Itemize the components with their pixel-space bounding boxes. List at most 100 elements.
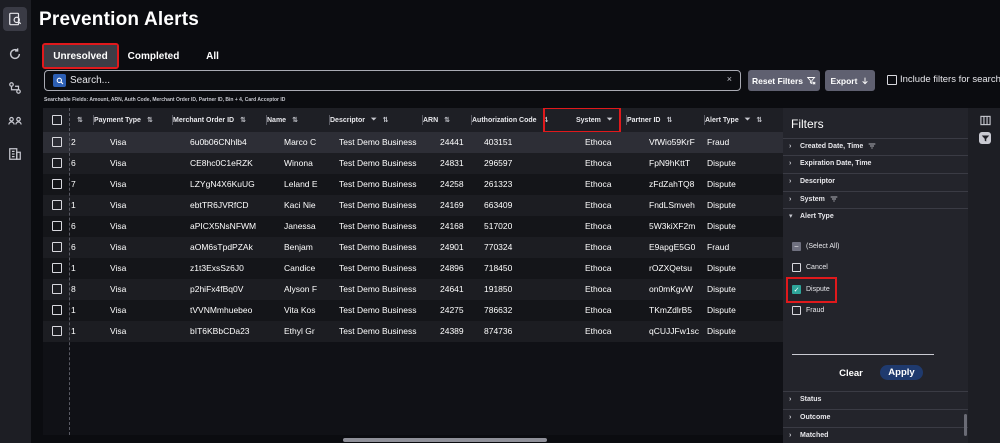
row-checkbox[interactable]	[52, 137, 62, 147]
table-cell: 24641	[440, 284, 464, 294]
filter-icon[interactable]: ⏷	[371, 116, 377, 124]
sort-icon[interactable]: ⇅	[240, 116, 246, 124]
sort-icon[interactable]: ⇅	[756, 116, 762, 124]
tab-all[interactable]: All	[200, 45, 225, 67]
export-button[interactable]: Export	[825, 70, 875, 91]
col-header-descriptor[interactable]: Descriptor ⏷ ⇅	[329, 108, 420, 132]
table-cell: Dispute	[707, 200, 736, 210]
table-row[interactable]: 7 Visa LZYgN4X6KuUG Leland E Test Demo Busin…	[43, 174, 783, 195]
col-separator	[471, 115, 472, 125]
table-cell: Ethoca	[585, 263, 612, 273]
filter-section[interactable]: › Outcome	[783, 409, 968, 424]
filters-title: Filters	[791, 117, 824, 131]
col-header-payment-type[interactable]: Payment Type ⇅	[93, 108, 169, 132]
table-cell: 663409	[484, 200, 513, 210]
table-cell: 24275	[440, 305, 464, 315]
table-row[interactable]: 6 Visa aPICX5NsNFWM Janessa Test Demo Busine…	[43, 216, 783, 237]
col-header-merchant-order-id[interactable]: Merchant Order ID ⇅	[172, 108, 263, 132]
alert-type-option[interactable]: – (Select All)	[792, 242, 839, 251]
tab-unresolved[interactable]: Unresolved	[42, 43, 119, 69]
table-cell: qCUJJFw1sc	[649, 326, 699, 336]
filter-section[interactable]: › Expiration Date, Time	[783, 155, 968, 170]
building-icon[interactable]	[3, 142, 27, 166]
row-checkbox[interactable]	[52, 221, 62, 231]
tab-completed[interactable]: Completed	[127, 45, 180, 67]
col-header-name[interactable]: Name ⇅	[266, 108, 325, 132]
filter-section[interactable]: › System	[783, 191, 968, 206]
table-cell: Vita Kos	[284, 305, 316, 315]
table-cell: Ethoca	[585, 137, 612, 147]
clear-button[interactable]: Clear	[833, 366, 869, 380]
filter-section[interactable]: › Descriptor	[783, 173, 968, 188]
columns-icon[interactable]	[979, 114, 991, 126]
table-cell: Ethoca	[585, 284, 612, 294]
table-cell: 8	[71, 284, 76, 294]
row-checkbox[interactable]	[52, 200, 62, 210]
sort-icon[interactable]: ⇅	[383, 116, 389, 124]
select-all-rows-checkbox[interactable]	[52, 115, 62, 125]
clear-search-icon[interactable]: ×	[727, 74, 732, 84]
alert-type-option[interactable]: Cancel	[792, 263, 828, 272]
table-row[interactable]: 6 Visa aOM6sTpdPZAk Benjam Test Demo Busines…	[43, 237, 783, 258]
sort-icon[interactable]: ⇅	[444, 116, 450, 124]
vertical-scrollbar[interactable]	[964, 414, 967, 436]
col-header-arn[interactable]: ARN ⇅	[422, 108, 467, 132]
table-cell: p2hiFx4fBq0V	[190, 284, 244, 294]
include-filters-checkbox[interactable]	[887, 75, 897, 85]
option-checkbox[interactable]: –	[792, 242, 801, 251]
sort-icon[interactable]: ⇅	[77, 116, 83, 124]
sort-icon[interactable]: ⇅	[292, 116, 298, 124]
searchable-fields-hint: Searchable Fields: Amount, ARN, Auth Cod…	[44, 97, 286, 103]
col-label: Merchant Order ID	[173, 116, 235, 124]
row-checkbox[interactable]	[52, 305, 62, 315]
col-header-alert-type[interactable]: Alert Type ⏷ ⇅	[704, 108, 783, 132]
row-checkbox[interactable]	[52, 158, 62, 168]
sort-icon[interactable]: ⇅	[147, 116, 153, 124]
row-checkbox[interactable]	[52, 242, 62, 252]
chevron-down-icon: ▾	[789, 213, 793, 220]
table-cell: 24169	[440, 200, 464, 210]
table-cell: Visa	[110, 242, 127, 252]
row-checkbox[interactable]	[52, 179, 62, 189]
filter-section[interactable]: ▾ Alert Type	[783, 208, 968, 223]
workflow-icon[interactable]	[3, 76, 27, 100]
table-row[interactable]: 1 Visa bIT6KBbCDa23 Ethyl Gr Test Demo Busin…	[43, 321, 783, 342]
table-cell: Winona	[284, 158, 313, 168]
search-icon	[53, 74, 66, 87]
table-row[interactable]: 1 Visa ebtTR6JVRfCD Kaci Nie Test Demo Busin…	[43, 195, 783, 216]
filter-icon	[830, 195, 838, 203]
table-row[interactable]: 2 Visa 6u0b06CNhlb4 Marco C Test Demo Busine…	[43, 132, 783, 153]
filter-section[interactable]: › Status	[783, 391, 968, 406]
alert-type-option[interactable]: Fraud	[792, 306, 824, 315]
row-checkbox[interactable]	[52, 263, 62, 273]
table-header: ⇅ Payment Type ⇅ Merchant Order ID ⇅ Name ⇅…	[43, 108, 783, 132]
filter-section[interactable]: › Created Date, Time	[783, 138, 968, 153]
filter-icon[interactable]: ⏷	[745, 116, 751, 124]
chevron-right-icon: ›	[789, 159, 792, 167]
filter-panel-icon[interactable]	[979, 132, 991, 144]
search-input[interactable]	[70, 72, 710, 89]
option-checkbox[interactable]	[792, 306, 801, 315]
users-network-icon[interactable]	[3, 109, 27, 133]
sort-icon[interactable]: ⇅	[666, 116, 672, 124]
table-row[interactable]: 1 Visa tVVNMmhuebeo Vita Kos Test Demo Busin…	[43, 300, 783, 321]
row-checkbox[interactable]	[52, 326, 62, 336]
option-checkbox[interactable]	[792, 263, 801, 272]
table-row[interactable]: 1 Visa z1t3ExsSz6J0 Candice Test Demo Busine…	[43, 258, 783, 279]
col-header-partner-id[interactable]: Partner ID ⇅	[626, 108, 701, 132]
reset-filters-button[interactable]: Reset Filters	[748, 70, 820, 91]
table-row[interactable]: 8 Visa p2hiFx4fBq0V Alyson F Test Demo Busin…	[43, 279, 783, 300]
pinned-column-separator	[69, 108, 71, 435]
filter-section[interactable]: › Matched	[783, 427, 968, 442]
table-cell: 786632	[484, 305, 513, 315]
row-checkbox[interactable]	[52, 284, 62, 294]
apply-button[interactable]: Apply	[880, 365, 923, 380]
include-filters-label: Include filters for search	[900, 74, 1000, 85]
table-row[interactable]: 6 Visa CE8hc0C1eRZK Winona Test Demo Busines…	[43, 153, 783, 174]
refresh-circle-icon[interactable]	[3, 42, 27, 66]
alerts-search-icon[interactable]	[3, 7, 27, 31]
table-cell: ebtTR6JVRfCD	[190, 200, 249, 210]
pinned-col-header: ⇅	[71, 108, 89, 132]
col-header-authorization-code[interactable]: Authorization Code ⇅	[471, 108, 548, 132]
horizontal-scrollbar[interactable]	[343, 438, 547, 442]
